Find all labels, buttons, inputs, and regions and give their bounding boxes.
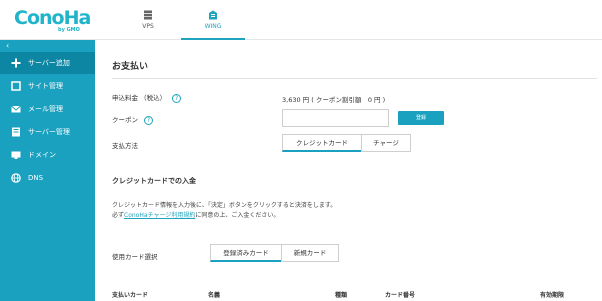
globe-icon xyxy=(11,173,21,183)
plus-icon xyxy=(11,58,21,68)
col-card-number: カード番号 xyxy=(385,292,416,299)
sidebar-item-label: サーバー追加 xyxy=(28,59,70,67)
tab-vps[interactable]: VPS xyxy=(116,0,180,40)
top-header: ConoHa by GMO VPS WING xyxy=(0,0,602,40)
logo-text: ConoHa xyxy=(14,7,91,29)
logo-sub: by GMO xyxy=(58,27,80,33)
card-registered-tab[interactable]: 登録済みカード xyxy=(210,244,282,262)
sidebar-item-add-server[interactable]: サーバー追加 xyxy=(0,52,95,74)
page-title: お支払い xyxy=(112,62,149,72)
coupon-row-label: クーポン? xyxy=(112,114,153,125)
col-card-type: 種類 xyxy=(335,292,348,299)
desc-suffix: に同意の上、ご入金ください。 xyxy=(195,212,280,219)
card-description-line1: クレジットカード情報を入力後に、「決定」ボタンをクリックすると決済をします。 xyxy=(112,202,337,209)
method-credit-card-tab[interactable]: クレジットカード xyxy=(282,134,362,152)
conoha-logo[interactable]: ConoHa by GMO xyxy=(14,8,94,34)
card-description-line2: 必ずConoHaチャージ利用規約に同意の上、ご入金ください。 xyxy=(112,210,279,219)
tab-wing[interactable]: WING xyxy=(181,0,245,40)
mail-icon xyxy=(11,104,21,114)
tab-wing-label: WING xyxy=(204,23,222,30)
card-new-tab[interactable]: 新規カード xyxy=(281,244,339,262)
sidebar-item-label: サイト管理 xyxy=(28,82,63,90)
sidebar-item-server[interactable]: サーバー管理 xyxy=(0,121,95,143)
sidebar-item-label: サーバー管理 xyxy=(28,128,70,136)
col-payment-card: 支払いカード xyxy=(112,292,149,299)
main-content: お支払い 申込料金 （税込）? 3,630 円 ( クーポン割引額 0 円 ) … xyxy=(95,40,602,301)
fee-row-label: 申込料金 （税込）? xyxy=(112,92,182,103)
server-icon xyxy=(11,127,21,137)
method-label: 支払方法 xyxy=(112,142,138,150)
help-icon[interactable]: ? xyxy=(144,115,153,125)
sidebar-item-label: メール管理 xyxy=(28,105,63,113)
col-holder-name: 名義 xyxy=(208,292,221,299)
sidebar-item-label: DNS xyxy=(28,174,44,182)
domain-icon xyxy=(11,150,21,160)
help-icon[interactable]: ? xyxy=(172,93,182,103)
method-charge-tab[interactable]: チャージ xyxy=(361,134,411,152)
desc-prefix: 必ず xyxy=(112,212,125,219)
title-divider xyxy=(112,78,597,79)
card-section-title: クレジットカードでの入金 xyxy=(112,177,196,185)
sidebar-item-dns[interactable]: DNS xyxy=(0,167,95,189)
wing-icon xyxy=(208,10,218,20)
sidebar: ‹ サーバー追加 サイト管理 メール管理 サーバー管理 ドメイン DNS xyxy=(0,40,95,301)
coupon-apply-button[interactable]: 登録 xyxy=(398,111,444,125)
vps-icon xyxy=(143,10,153,20)
card-select-label: 使用カード選択 xyxy=(112,253,158,261)
coupon-label: クーポン xyxy=(112,116,138,124)
fee-value: 3,630 円 ( クーポン割引額 0 円 ) xyxy=(282,96,386,104)
sidebar-item-domain[interactable]: ドメイン xyxy=(0,144,95,166)
sidebar-item-mail[interactable]: メール管理 xyxy=(0,98,95,120)
coupon-input[interactable] xyxy=(282,109,389,127)
collapse-icon[interactable]: ‹ xyxy=(6,41,9,50)
tab-vps-label: VPS xyxy=(142,23,154,30)
site-icon xyxy=(11,81,21,91)
charge-terms-link[interactable]: ConoHaチャージ利用規約 xyxy=(124,212,195,219)
col-expiry: 有効期限 xyxy=(540,292,565,299)
sidebar-item-site[interactable]: サイト管理 xyxy=(0,75,95,97)
fee-label: 申込料金 （税込） xyxy=(112,94,167,102)
sidebar-item-label: ドメイン xyxy=(28,151,56,159)
